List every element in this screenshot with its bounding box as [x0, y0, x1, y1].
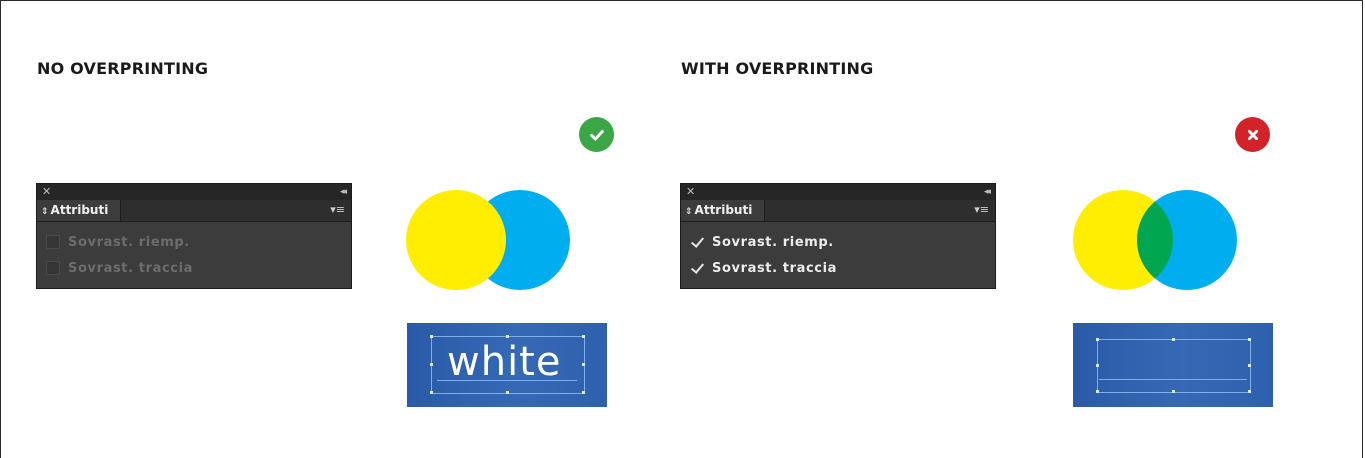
white-text-sample: white [447, 339, 562, 385]
updown-icon: ⇕ [685, 207, 693, 217]
no-overprinting-heading: NO OVERPRINTING [37, 59, 209, 78]
blue-text-box-right [1073, 323, 1273, 407]
x-circle-icon [1235, 117, 1270, 152]
venn-circles-left [406, 190, 570, 290]
overprint-stroke-checkbox[interactable] [46, 261, 60, 275]
blue-text-box-left: white [407, 323, 607, 407]
overprint-stroke-label: Sovrast. traccia [712, 260, 838, 276]
with-overprinting-heading: WITH OVERPRINTING [681, 59, 874, 78]
venn-circles-right [1073, 190, 1237, 290]
tab-attributi[interactable]: ⇕ Attributi [37, 200, 121, 221]
close-icon[interactable]: ✕ [42, 185, 51, 199]
tab-label: Attributi [50, 203, 109, 217]
collapse-icon[interactable]: ◂◂ [984, 185, 991, 199]
overprint-stroke-label: Sovrast. traccia [68, 260, 194, 276]
tab-attributi[interactable]: ⇕ Attributi [681, 200, 765, 221]
yellow-circle [406, 190, 506, 290]
panel-titlebar: ✕ ◂◂ [681, 184, 995, 201]
overprint-fill-option[interactable]: Sovrast. riemp. [46, 232, 190, 252]
text-frame-selection[interactable] [1097, 339, 1251, 393]
panel-menu-icon[interactable]: ▾≡ [330, 203, 345, 217]
panel-menu-icon[interactable]: ▾≡ [974, 203, 989, 217]
panel-tab-row: ⇕ Attributi ▾≡ [37, 200, 351, 222]
tab-label: Attributi [694, 203, 753, 217]
panel-titlebar: ✕ ◂◂ [37, 184, 351, 201]
check-circle-icon [579, 117, 614, 152]
attributes-panel-right: ✕ ◂◂ ⇕ Attributi ▾≡ Sovrast. riemp. Sovra… [680, 183, 996, 289]
overprint-fill-checkbox[interactable] [46, 235, 60, 249]
overprint-fill-option[interactable]: Sovrast. riemp. [690, 232, 834, 252]
attributes-panel-left: ✕ ◂◂ ⇕ Attributi ▾≡ Sovrast. riemp. Sovra… [36, 183, 352, 289]
overprint-fill-checkbox[interactable] [690, 235, 704, 249]
overprint-stroke-option[interactable]: Sovrast. traccia [46, 258, 193, 278]
overprint-stroke-option[interactable]: Sovrast. traccia [690, 258, 837, 278]
overprint-stroke-checkbox[interactable] [690, 261, 704, 275]
overprint-fill-label: Sovrast. riemp. [712, 234, 834, 250]
close-icon[interactable]: ✕ [686, 185, 695, 199]
updown-icon: ⇕ [41, 207, 49, 217]
collapse-icon[interactable]: ◂◂ [340, 185, 347, 199]
panel-tab-row: ⇕ Attributi ▾≡ [681, 200, 995, 222]
overprint-fill-label: Sovrast. riemp. [68, 234, 190, 250]
